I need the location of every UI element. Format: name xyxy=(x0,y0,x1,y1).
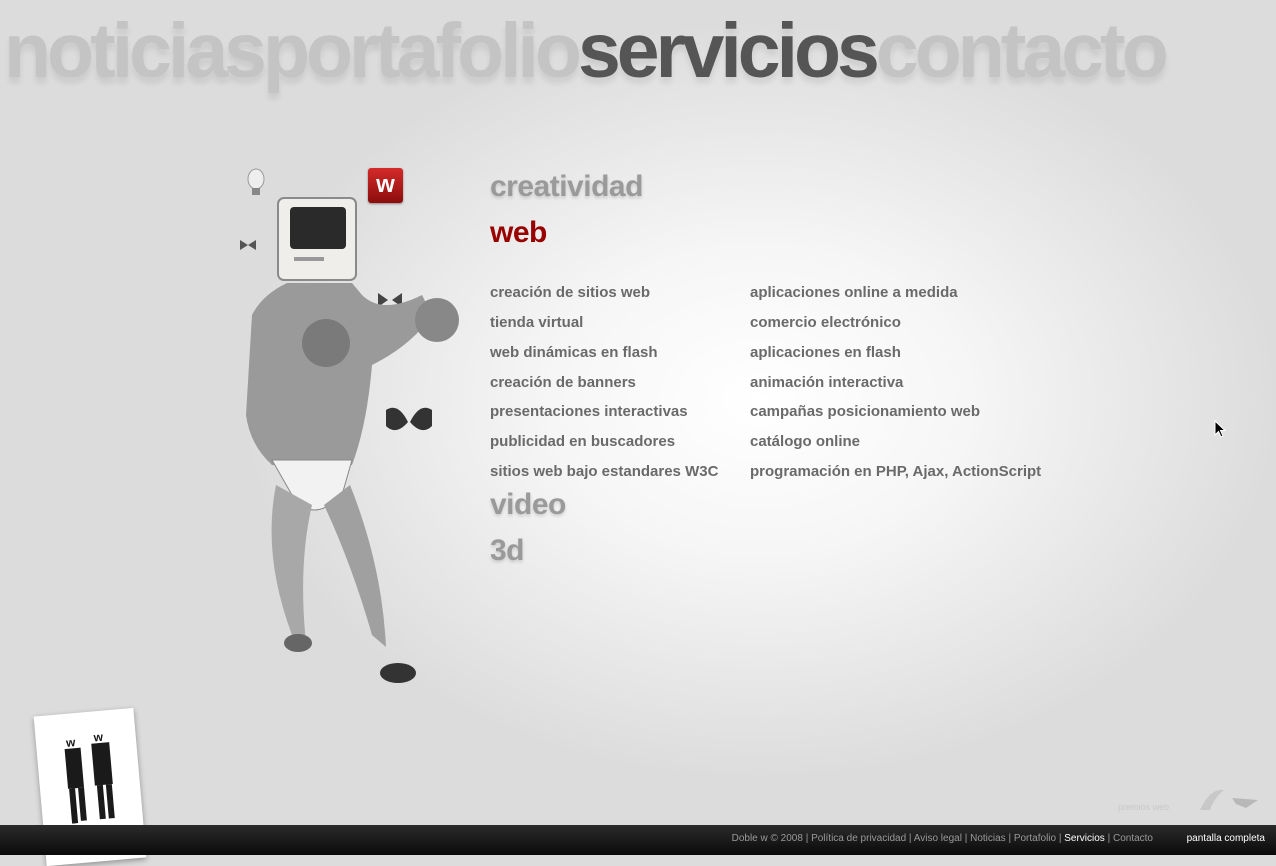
service-item[interactable]: comercio electrónico xyxy=(750,314,901,331)
service-item[interactable]: creación de banners xyxy=(490,374,636,391)
service-item[interactable]: publicidad en buscadores xyxy=(490,433,675,450)
awards-label: premios web xyxy=(1118,802,1170,812)
mouse-cursor-icon xyxy=(1214,420,1226,438)
lightbulb-icon xyxy=(247,168,265,195)
service-item[interactable]: creación de sitios web xyxy=(490,284,650,301)
footer-copyright: Doble w © 2008 xyxy=(731,833,803,844)
svg-text:w: w xyxy=(64,735,76,750)
service-item[interactable]: sitios web bajo estandares W3C xyxy=(490,463,718,480)
footer-legal-link[interactable]: Aviso legal xyxy=(914,833,962,844)
separator: | xyxy=(1005,833,1014,844)
service-item[interactable]: presentaciones interactivas xyxy=(490,403,688,420)
nav-servicios[interactable]: servicios xyxy=(578,6,880,96)
footer-bar: Doble w © 2008 | Política de privacidad … xyxy=(0,825,1276,855)
footer-links: Doble w © 2008 | Política de privacidad … xyxy=(732,833,1153,844)
svg-text:w: w xyxy=(92,730,104,745)
footer-noticias-link[interactable]: Noticias xyxy=(970,833,1006,844)
service-item[interactable]: programación en PHP, Ajax, ActionScript xyxy=(750,463,1041,480)
service-item[interactable]: aplicaciones en flash xyxy=(750,344,901,361)
separator: | xyxy=(1104,833,1113,844)
butterfly-icon xyxy=(240,240,256,250)
team-figures-icon: w w xyxy=(64,730,115,824)
service-item[interactable]: animación interactiva xyxy=(750,374,903,391)
service-item[interactable]: web dinámicas en flash xyxy=(490,344,658,361)
service-item[interactable]: catálogo online xyxy=(750,433,860,450)
boxer-illustration xyxy=(240,168,459,683)
separator: | xyxy=(1056,833,1065,844)
separator: | xyxy=(906,833,914,844)
service-item[interactable]: tienda virtual xyxy=(490,314,583,331)
footer-contacto-link[interactable]: Contacto xyxy=(1113,833,1153,844)
nav-portafolio[interactable]: portafolio xyxy=(263,6,582,96)
category-creatividad[interactable]: creatividad xyxy=(490,170,643,204)
category-video[interactable]: video xyxy=(490,488,566,522)
service-item[interactable]: campañas posicionamiento web xyxy=(750,403,980,420)
category-3d[interactable]: 3d xyxy=(490,534,525,568)
nav-contacto[interactable]: contacto xyxy=(876,6,1169,96)
fullscreen-button[interactable]: pantalla completa xyxy=(1187,833,1265,844)
footer-portafolio-link[interactable]: Portafolio xyxy=(1014,833,1056,844)
footer-privacy-link[interactable]: Política de privacidad xyxy=(811,833,906,844)
butterfly-icon xyxy=(386,407,432,431)
separator: | xyxy=(802,833,812,844)
separator: | xyxy=(961,833,971,844)
awards-logos-icon[interactable] xyxy=(1196,784,1262,814)
footer-servicios-link[interactable]: Servicios xyxy=(1064,833,1105,844)
nav-noticias[interactable]: noticias xyxy=(4,6,267,96)
top-navigation: noticiasportafolioservicioscontacto xyxy=(4,6,1169,96)
brand-logo-icon[interactable]: w xyxy=(368,168,403,203)
service-item[interactable]: aplicaciones online a medida xyxy=(750,284,958,301)
category-web[interactable]: web xyxy=(490,216,547,250)
